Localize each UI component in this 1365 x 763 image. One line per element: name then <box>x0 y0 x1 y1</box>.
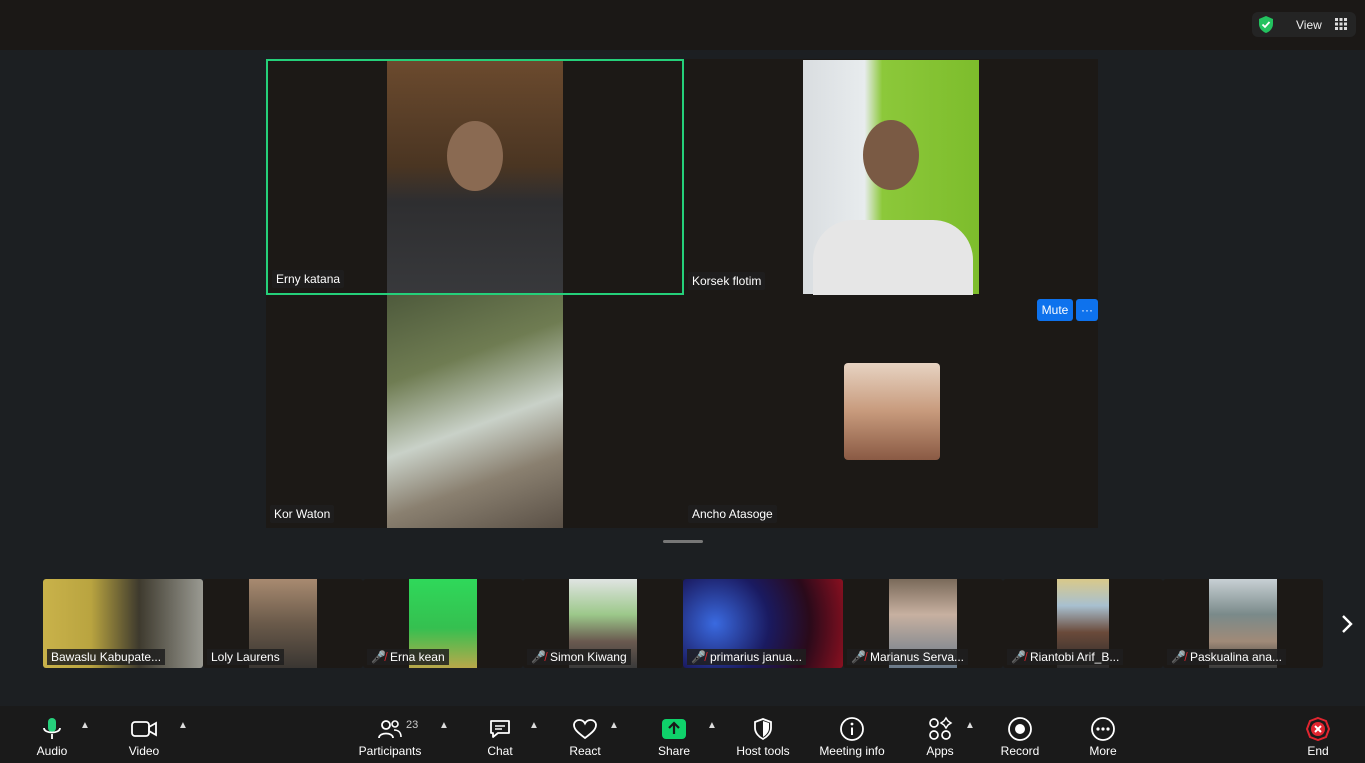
participant-name-tag: 🎤̸ Riantobi Arif_B... <box>1007 649 1124 665</box>
participant-name-tag: 🎤̸ primarius janua... <box>687 649 806 665</box>
participant-name-tag: Bawaslu Kabupate... <box>47 649 166 665</box>
participants-count: 23 <box>406 719 419 731</box>
end-meeting-button[interactable]: End <box>1300 706 1336 763</box>
participants-options-caret-icon[interactable]: ▲ <box>439 720 449 731</box>
participant-name-tag: Erny katana <box>272 270 345 288</box>
resize-handle[interactable] <box>663 540 703 543</box>
apps-label: Apps <box>926 744 954 758</box>
chat-button[interactable]: Chat <box>480 706 520 763</box>
participant-name-tag: 🎤̸ Simon Kiwang <box>527 649 631 665</box>
muted-mic-icon: 🎤̸ <box>1171 650 1186 664</box>
participant-video <box>387 295 563 528</box>
participant-video <box>387 61 563 293</box>
filmstrip-tile[interactable]: 🎤̸ Marianus Serva... <box>843 579 1003 668</box>
more-ellipsis-icon <box>1090 716 1116 742</box>
muted-mic-icon: 🎤̸ <box>691 650 706 664</box>
participant-name: primarius janua... <box>709 650 802 664</box>
participants-label: Participants <box>358 744 422 758</box>
filmstrip-tile[interactable]: 🎤̸ primarius janua... <box>683 579 843 668</box>
participant-name-tag: Loly Laurens <box>207 649 284 665</box>
heart-icon <box>572 716 598 742</box>
video-options-caret-icon[interactable]: ▲ <box>178 720 188 731</box>
info-icon <box>839 716 865 742</box>
encryption-shield-icon[interactable] <box>1257 15 1275 37</box>
filmstrip-tile[interactable]: 🎤̸ Erna kean <box>363 579 523 668</box>
participants-button[interactable]: Participants <box>355 706 425 763</box>
host-tools-button[interactable]: Host tools <box>733 706 793 763</box>
top-bar: View <box>0 0 1365 50</box>
video-tile[interactable]: Kor Waton <box>266 295 684 528</box>
muted-mic-icon: 🎤̸ <box>1011 650 1026 664</box>
share-button[interactable]: Share <box>652 706 696 763</box>
video-tile-active-speaker[interactable]: Erny katana <box>266 59 684 295</box>
view-button[interactable]: View <box>1252 12 1356 37</box>
participant-name-tag: 🎤̸ Paskualina ana... <box>1167 649 1287 665</box>
participants-icon <box>377 716 403 742</box>
share-screen-icon <box>661 716 687 742</box>
record-icon <box>1007 716 1033 742</box>
end-close-icon <box>1305 716 1331 742</box>
participant-name: Riantobi Arif_B... <box>1029 650 1120 664</box>
grid-icon <box>1335 18 1347 33</box>
meeting-toolbar: Audio ▲ Video ▲ Participants 23 ▲ Chat ▲… <box>0 706 1365 763</box>
apps-icon <box>927 716 953 742</box>
react-label: React <box>569 744 601 758</box>
video-label: Video <box>128 744 160 758</box>
chat-label: Chat <box>487 744 513 758</box>
audio-label: Audio <box>36 744 68 758</box>
audio-options-caret-icon[interactable]: ▲ <box>80 720 90 731</box>
chat-icon <box>488 716 512 742</box>
apps-button[interactable]: Apps <box>920 706 960 763</box>
view-label: View <box>1296 18 1322 32</box>
host-tools-shield-icon <box>752 716 774 742</box>
video-tile[interactable]: Korsek flotim <box>684 59 1098 295</box>
audio-button[interactable]: Audio <box>27 706 77 763</box>
video-camera-icon <box>130 716 158 742</box>
participant-name: Loly Laurens <box>211 650 280 664</box>
apps-options-caret-icon[interactable]: ▲ <box>965 720 975 731</box>
tile-more-options-button[interactable]: ··· <box>1076 299 1098 321</box>
host-tools-label: Host tools <box>736 744 790 758</box>
filmstrip-tile[interactable]: 🎤̸ Riantobi Arif_B... <box>1003 579 1163 668</box>
record-button[interactable]: Record <box>998 706 1042 763</box>
react-button[interactable]: React <box>564 706 606 763</box>
filmstrip-tile[interactable]: Loly Laurens <box>203 579 363 668</box>
more-label: More <box>1089 744 1117 758</box>
video-tile[interactable]: Ancho Atasoge <box>684 295 1098 528</box>
participant-name: Marianus Serva... <box>869 650 964 664</box>
muted-mic-icon: 🎤̸ <box>371 650 386 664</box>
microphone-icon <box>41 716 63 742</box>
muted-mic-icon: 🎤̸ <box>531 650 546 664</box>
meeting-info-label: Meeting info <box>819 744 885 758</box>
participant-name-tag: Korsek flotim <box>688 272 766 290</box>
more-button[interactable]: More <box>1083 706 1123 763</box>
participant-name-tag: 🎤̸ Marianus Serva... <box>847 649 968 665</box>
share-options-caret-icon[interactable]: ▲ <box>707 720 717 731</box>
participant-name: Paskualina ana... <box>1189 650 1283 664</box>
participant-name: Bawaslu Kabupate... <box>51 650 162 664</box>
muted-mic-icon: 🎤̸ <box>851 650 866 664</box>
participant-name-tag: Ancho Atasoge <box>688 505 777 523</box>
participant-video <box>803 60 979 295</box>
participant-name-tag: 🎤̸ Erna kean <box>367 649 449 665</box>
filmstrip-tile[interactable]: Bawaslu Kabupate... <box>43 579 203 668</box>
mute-participant-button[interactable]: Mute <box>1037 299 1073 321</box>
participant-name: Simon Kiwang <box>549 650 627 664</box>
filmstrip-tile[interactable]: 🎤̸ Paskualina ana... <box>1163 579 1323 668</box>
video-button[interactable]: Video <box>119 706 169 763</box>
filmstrip-tile[interactable]: 🎤̸ Simon Kiwang <box>523 579 683 668</box>
react-options-caret-icon[interactable]: ▲ <box>609 720 619 731</box>
meeting-info-button[interactable]: Meeting info <box>814 706 890 763</box>
record-label: Record <box>1000 744 1040 758</box>
participant-name: Erna kean <box>389 650 445 664</box>
chat-options-caret-icon[interactable]: ▲ <box>529 720 539 731</box>
filmstrip-next-arrow-icon[interactable] <box>1337 610 1357 638</box>
participant-name-tag: Kor Waton <box>270 505 335 523</box>
participant-avatar-photo <box>844 363 940 460</box>
end-label: End <box>1307 744 1329 758</box>
share-label: Share <box>657 744 691 758</box>
